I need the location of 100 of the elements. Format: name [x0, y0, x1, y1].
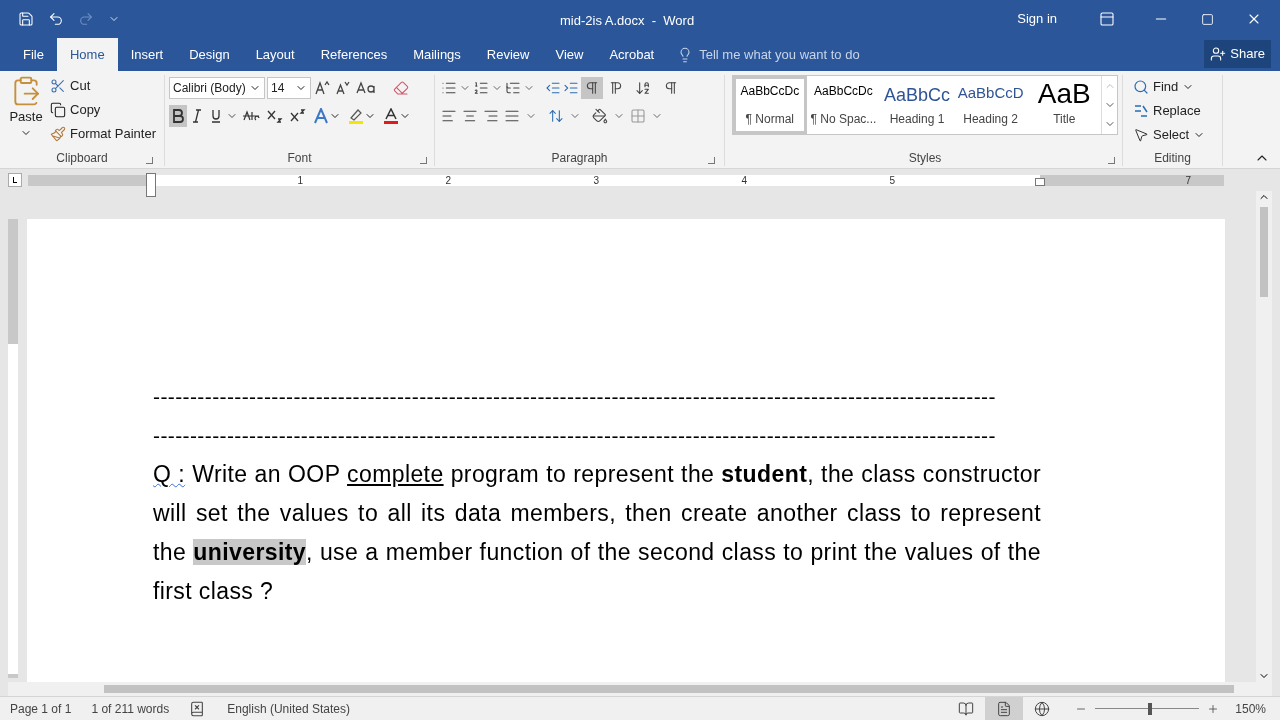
copy-button[interactable]: Copy: [50, 99, 156, 121]
share-button[interactable]: Share: [1204, 40, 1271, 68]
group-label: Paragraph: [551, 150, 608, 167]
grow-font-icon[interactable]: [313, 79, 331, 97]
paste-button[interactable]: Paste: [8, 75, 44, 145]
group-label: Editing: [1154, 150, 1191, 167]
language-indicator[interactable]: English (United States): [227, 699, 350, 718]
indent-marker-icon[interactable]: [146, 172, 156, 197]
strikethrough-icon: [242, 109, 260, 123]
select-button[interactable]: Select: [1133, 123, 1212, 147]
word-count[interactable]: 1 of 211 words: [91, 699, 170, 718]
shrink-font-icon[interactable]: [333, 79, 351, 97]
numbering-icon[interactable]: [473, 80, 489, 96]
horizontal-scrollbar[interactable]: [8, 682, 1272, 696]
ribbon-tab[interactable]: File: [10, 38, 57, 71]
style-item[interactable]: AaBbCcDc ¶ No Spac...: [806, 76, 881, 134]
font-color-icon: [383, 108, 399, 124]
highlighter-icon: [348, 108, 364, 124]
dialog-launcher-icon[interactable]: [420, 157, 427, 164]
undo-icon[interactable]: [48, 11, 64, 27]
style-item[interactable]: AaBbCcDc ¶ Normal: [733, 76, 807, 134]
ribbon-tab[interactable]: References: [307, 38, 401, 71]
decrease-indent-icon[interactable]: [545, 80, 561, 96]
zoom-level[interactable]: 150%: [1235, 699, 1266, 718]
zoom-thumb[interactable]: [1148, 702, 1153, 715]
find-button[interactable]: Find: [1133, 75, 1212, 99]
style-item[interactable]: AaB Title: [1027, 76, 1102, 134]
vertical-scrollbar[interactable]: [1256, 191, 1272, 682]
shading-icon[interactable]: [592, 108, 608, 124]
scroll-thumb[interactable]: [1260, 207, 1268, 297]
outlined-letter-icon: [313, 108, 329, 124]
font-name-field[interactable]: Calibri (Body): [169, 77, 265, 99]
superscript-icon: [290, 109, 306, 123]
pilcrow-icon: [584, 80, 600, 96]
zoom-slider[interactable]: [1095, 702, 1200, 715]
group-label: Font: [287, 150, 312, 167]
clear-formatting-icon[interactable]: [393, 80, 409, 96]
replace-button[interactable]: Replace: [1133, 99, 1212, 123]
ribbon-tab[interactable]: Review: [473, 38, 543, 71]
group-label: Styles: [908, 150, 942, 167]
bullets-icon[interactable]: [441, 80, 457, 96]
zoom-in-icon[interactable]: [1207, 702, 1220, 715]
person-add-icon: [1210, 46, 1227, 62]
dashed-line: ------------------------------------------------------------------------------------------------------------------: [153, 384, 997, 410]
save-icon[interactable]: [18, 11, 34, 27]
tab-selector-icon[interactable]: [8, 173, 22, 187]
align-center-icon[interactable]: [462, 108, 478, 124]
paintbrush-icon: [50, 126, 66, 142]
left-to-right-button[interactable]: [581, 77, 603, 99]
proofing-icon[interactable]: [189, 700, 206, 717]
ribbon-tab[interactable]: Design: [176, 38, 243, 71]
dashed-line: ------------------------------------------------------------------------------------------------------------------: [153, 423, 997, 449]
font-size-field[interactable]: 14: [267, 77, 311, 99]
ribbon-tab[interactable]: Home: [56, 38, 118, 71]
bold-icon: [172, 109, 184, 123]
copy-icon: [50, 102, 66, 118]
increase-indent-icon[interactable]: [563, 80, 579, 96]
view-button[interactable]: [985, 696, 1024, 720]
ribbon-tab[interactable]: Mailings: [400, 38, 474, 71]
style-item[interactable]: AaBbCc Heading 1: [880, 76, 954, 134]
italic-icon: [191, 109, 203, 123]
ruler-number: 2: [445, 174, 451, 186]
format-painter-button[interactable]: Format Painter: [50, 123, 156, 145]
ribbon-options-icon[interactable]: [1099, 11, 1115, 27]
question-paragraph: Q : Write an OOP complete program to represent the student, the class constructor will set the values to all its data members, then create another class to represent the university, use a member function of the second class to print the values of the first class ?: [153, 460, 1041, 606]
underline-icon: [210, 109, 222, 123]
pilcrow-icon: [608, 80, 624, 96]
ribbon-tab[interactable]: Insert: [117, 38, 177, 71]
align-right-icon[interactable]: [483, 108, 499, 124]
subscript-icon: [267, 109, 283, 123]
book-icon: [958, 700, 975, 717]
show-marks-icon[interactable]: [663, 80, 679, 96]
dialog-launcher-icon[interactable]: [146, 157, 153, 164]
globe-icon: [1034, 700, 1051, 717]
search-icon: [1133, 79, 1149, 95]
bold-button[interactable]: [169, 105, 187, 127]
sort-icon[interactable]: [635, 80, 651, 96]
ruler-number: 1: [297, 174, 303, 186]
dialog-launcher-icon[interactable]: [708, 157, 715, 164]
line-spacing-icon[interactable]: [548, 108, 564, 124]
maximize-icon[interactable]: [1201, 12, 1214, 26]
cut-button[interactable]: Cut: [50, 75, 156, 97]
page-count[interactable]: Page 1 of 1: [10, 699, 72, 718]
align-left-icon[interactable]: [441, 108, 457, 124]
justify-icon[interactable]: [504, 108, 520, 124]
scissors-icon: [50, 78, 66, 94]
tell-me-field[interactable]: Tell me what you want to do: [677, 38, 860, 71]
ribbon-tab[interactable]: View: [542, 38, 597, 71]
sign-in-link[interactable]: Sign in: [1017, 9, 1057, 29]
ruler-number: 5: [889, 174, 895, 186]
right-indent-marker-icon[interactable]: [1035, 177, 1045, 186]
dialog-launcher-icon[interactable]: [1108, 157, 1115, 164]
ruler-number: 3: [593, 174, 599, 186]
window-title: mid-2is A.docx - Word: [560, 12, 695, 30]
ribbon-tab[interactable]: Acrobat: [596, 38, 668, 71]
multilevel-list-icon[interactable]: [505, 80, 521, 96]
ribbon-tab[interactable]: Layout: [242, 38, 308, 71]
ruler-number: 7: [1185, 174, 1191, 186]
ruler-number: 4: [741, 174, 747, 186]
style-item[interactable]: AaBbCcD Heading 2: [953, 76, 1028, 134]
